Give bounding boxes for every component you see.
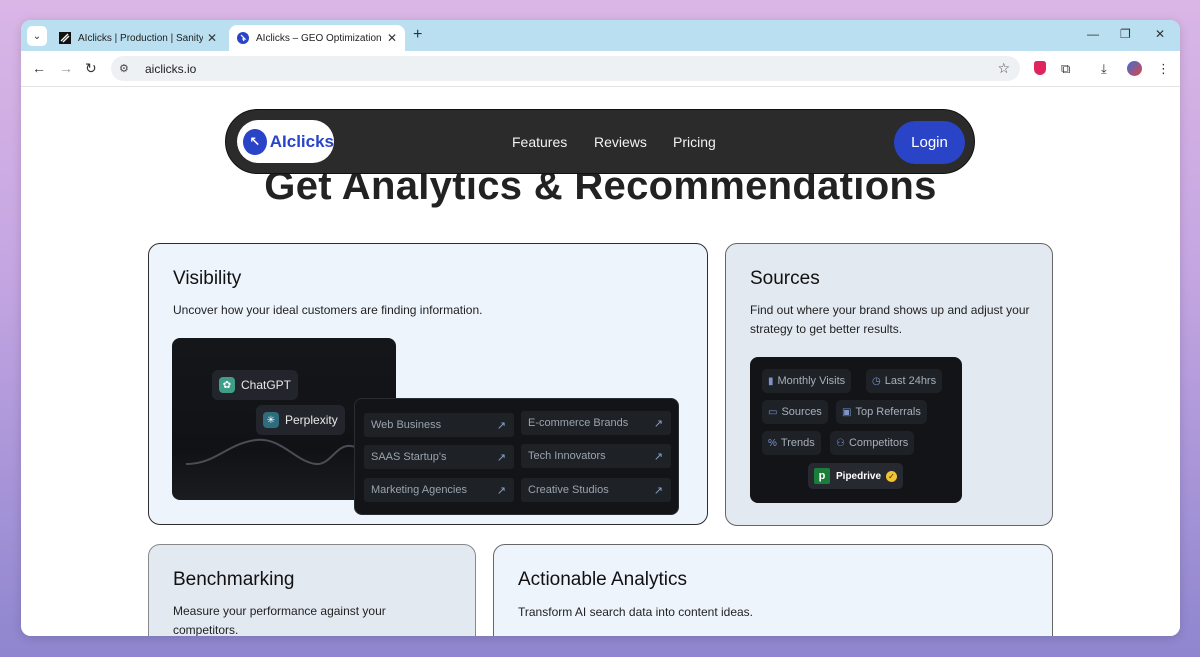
clock-icon: ◷: [872, 375, 881, 387]
segment-ecommerce-brands: E-commerce Brands ↗: [521, 411, 671, 435]
brave-shield-icon[interactable]: [1034, 61, 1046, 75]
tab-search-button[interactable]: ⌄: [27, 26, 47, 46]
tab-strip: ⌄ AIclicks | Production | Sanity ✕ AIcli…: [21, 20, 1180, 51]
bar-chart-icon: ▮: [768, 375, 774, 387]
card-description: Measure your performance against your co…: [173, 604, 386, 636]
pill-trends: % Trends: [762, 431, 821, 455]
segment-web-business: Web Business ↗: [364, 413, 514, 437]
visibility-card: Visibility Uncover how your ideal custom…: [148, 243, 708, 525]
trend-up-icon: ↗: [653, 484, 663, 497]
card-description: Uncover how your ideal customers are fin…: [173, 303, 483, 317]
trend-up-icon: ↗: [496, 484, 506, 497]
benchmarking-card: Benchmarking Measure your performance ag…: [148, 544, 476, 636]
trend-up-icon: ↗: [653, 417, 663, 430]
card-description: Find out where your brand shows up and a…: [750, 303, 1030, 336]
chevron-down-icon: ⌄: [32, 30, 42, 42]
pill-top-referrals: ▣ Top Referrals: [836, 400, 927, 424]
llm-chip-chatgpt: ✿ ChatGPT: [212, 370, 299, 400]
verified-icon: ✓: [886, 470, 898, 482]
pipedrive-badge: p Pipedrive ✓: [808, 463, 904, 489]
pill-sources: ▭ Sources: [762, 400, 828, 424]
card-title: Sources: [750, 268, 820, 289]
restore-icon[interactable]: ❐: [1120, 27, 1131, 41]
card-title: Benchmarking: [173, 569, 295, 590]
nav-link-features[interactable]: Features: [512, 134, 567, 150]
tab-title: AIclicks – GEO Optimization: [256, 32, 382, 44]
extensions-icon[interactable]: ⧉: [1061, 61, 1070, 77]
money-icon: ▣: [842, 406, 852, 418]
sources-card: Sources Find out where your brand shows …: [725, 243, 1053, 526]
cursor-logo-icon: ↖: [243, 128, 267, 155]
trend-up-icon: ↗: [653, 450, 663, 463]
reload-icon[interactable]: ↻: [85, 60, 97, 77]
card-icon: ▭: [768, 406, 778, 418]
segment-marketing-agencies: Marketing Agencies ↗: [364, 478, 514, 502]
nav-link-reviews[interactable]: Reviews: [594, 134, 647, 150]
sources-panel: ▮ Monthly Visits ◷ Last 24hrs ▭ Sources ▣ To…: [750, 357, 962, 503]
menu-icon[interactable]: ⋮: [1157, 61, 1170, 77]
segment-creative-studios: Creative Studios ↗: [521, 478, 671, 502]
card-title: Actionable Analytics: [518, 569, 687, 590]
address-bar[interactable]: ⚙ aiclicks.io ☆: [111, 56, 1020, 81]
site-info-icon[interactable]: ⚙: [119, 62, 135, 75]
pill-last-24hrs: ◷ Last 24hrs: [866, 369, 943, 393]
download-icon[interactable]: ⤓: [1101, 61, 1107, 77]
nav-link-pricing[interactable]: Pricing: [673, 134, 716, 150]
new-tab-button[interactable]: +: [413, 26, 422, 44]
aiclicks-favicon-icon: [237, 32, 249, 44]
percent-icon: %: [768, 437, 777, 449]
tab-sanity[interactable]: AIclicks | Production | Sanity ✕: [51, 25, 225, 51]
close-tab-icon[interactable]: ✕: [387, 31, 397, 45]
browser-toolbar: ← → ↻ ⚙ aiclicks.io ☆ ⧉ ⤓ ⋮: [21, 51, 1180, 87]
close-window-icon[interactable]: ✕: [1155, 27, 1165, 41]
trend-up-icon: ↗: [496, 451, 506, 464]
pill-monthly-visits: ▮ Monthly Visits: [762, 369, 852, 393]
pill-competitors: ⚇ Competitors: [830, 431, 915, 455]
minimize-icon[interactable]: —: [1087, 27, 1099, 41]
segment-saas-startups: SAAS Startup's ↗: [364, 445, 514, 469]
card-description: Transform AI search data into content id…: [518, 605, 754, 619]
logo-wordmark: AIclicks: [269, 131, 334, 151]
close-tab-icon[interactable]: ✕: [207, 31, 217, 45]
browser-window: ⌄ AIclicks | Production | Sanity ✕ AIcli…: [21, 20, 1180, 636]
forward-icon[interactable]: →: [59, 60, 73, 76]
page-viewport: Get Analytics & Recommendations ↖ AIclic…: [21, 87, 1180, 636]
site-navbar: ↖ AIclicks Features Reviews Pricing Logi…: [225, 109, 975, 174]
back-icon[interactable]: ←: [32, 60, 46, 76]
chip-label: Perplexity: [285, 413, 338, 427]
tab-title: AIclicks | Production | Sanity: [78, 32, 203, 44]
tab-aiclicks[interactable]: AIclicks – GEO Optimization ✕: [229, 25, 405, 51]
llm-chip-perplexity: ✳ Perplexity: [256, 405, 345, 435]
card-title: Visibility: [173, 268, 242, 289]
segments-panel: Web Business ↗ E-commerce Brands ↗ SAAS St…: [354, 398, 679, 515]
profile-avatar-icon[interactable]: [1127, 61, 1142, 76]
segment-tech-innovators: Tech Innovators ↗: [521, 444, 671, 468]
perplexity-icon: ✳: [263, 412, 279, 428]
url-text[interactable]: aiclicks.io: [145, 62, 196, 76]
people-icon: ⚇: [836, 437, 845, 449]
login-button[interactable]: Login: [894, 121, 965, 164]
chatgpt-icon: ✿: [219, 377, 235, 393]
sanity-favicon-icon: [59, 32, 71, 44]
actionable-analytics-card: Actionable Analytics Transform AI search…: [493, 544, 1053, 636]
site-logo[interactable]: ↖ AIclicks: [237, 120, 334, 163]
bookmark-star-icon[interactable]: ☆: [997, 60, 1010, 77]
chip-label: ChatGPT: [241, 378, 292, 392]
pipedrive-logo-icon: p: [814, 468, 830, 484]
trend-up-icon: ↗: [496, 419, 506, 432]
